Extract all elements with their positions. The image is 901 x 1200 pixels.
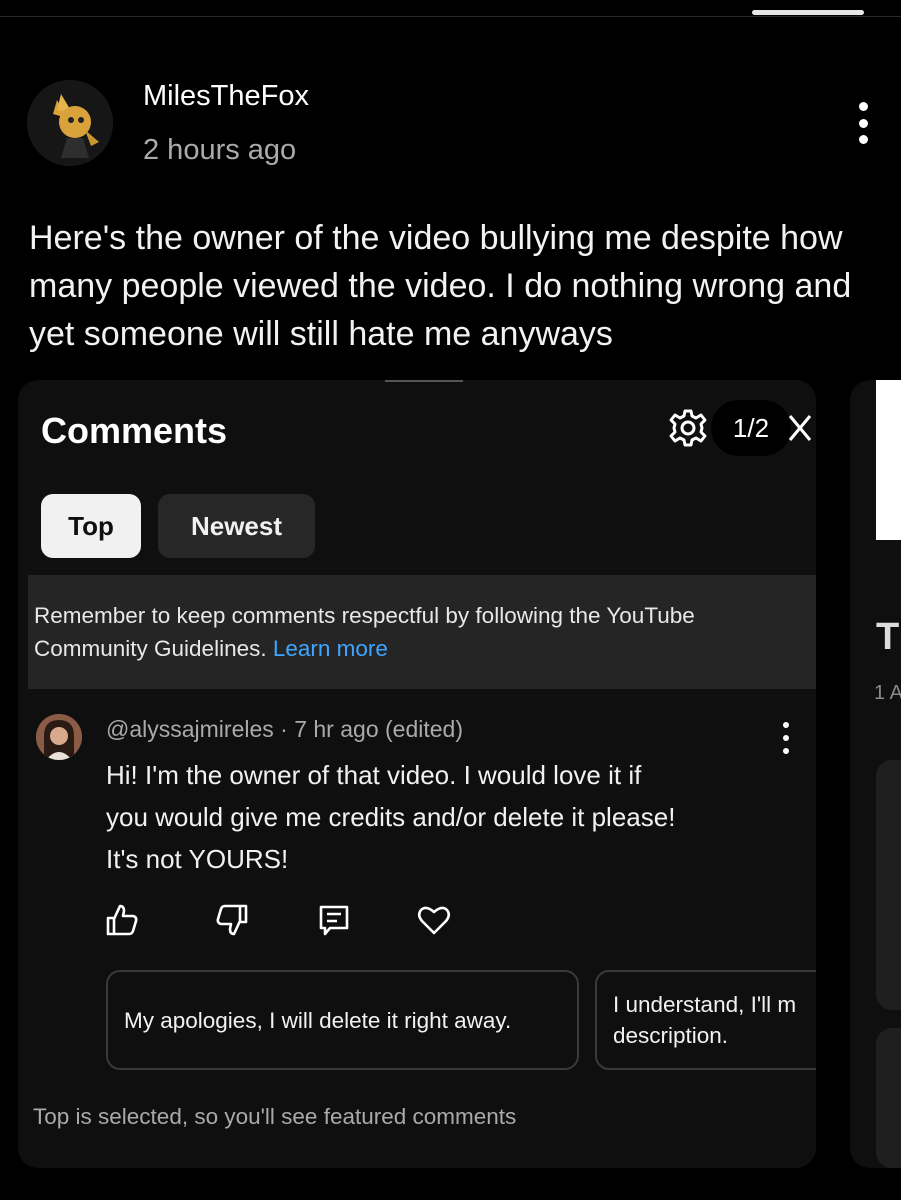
post-timestamp: 2 hours ago [143, 134, 297, 166]
comment-line: you would give me credits and/or delete … [106, 802, 676, 832]
gear-icon[interactable] [668, 408, 708, 448]
comment-text: Hi! I'm the owner of that video. I would… [106, 754, 796, 880]
filter-top-chip[interactable]: Top [41, 494, 141, 558]
comment-line: Hi! I'm the owner of that video. I would… [106, 760, 642, 790]
comment-meta: @alyssajmireles · 7 hr ago (edited) [106, 716, 463, 742]
image-pager: 1/2 [711, 400, 791, 456]
post-body: Here's the owner of the video bullying m… [29, 219, 852, 353]
thumbs-down-icon[interactable] [214, 902, 250, 938]
comment-line: It's not YOURS! [106, 844, 289, 874]
embedded-screenshot[interactable]: Comments 1/2 Top Newest Remember to keep… [18, 380, 816, 1168]
learn-more-link[interactable]: Learn more [273, 636, 388, 661]
person-avatar-icon [36, 714, 82, 760]
comment-more-icon[interactable] [776, 722, 796, 754]
reply-icon[interactable] [316, 902, 352, 938]
peek-panel [876, 760, 901, 1010]
drag-handle[interactable] [752, 10, 864, 15]
comments-title: Comments [41, 410, 228, 451]
suggested-reply-line: I understand, I'll m [613, 992, 797, 1017]
sheet-handle [385, 380, 463, 382]
author-name[interactable]: MilesTheFox [143, 80, 309, 113]
peek-panel [876, 1028, 901, 1168]
close-icon[interactable] [788, 412, 812, 444]
filter-status-note: Top is selected, so you'll see featured … [33, 1104, 517, 1129]
heart-icon[interactable] [416, 902, 452, 938]
suggested-reply[interactable]: I understand, I'll m description. [595, 970, 816, 1070]
peek-image [876, 380, 901, 540]
fox-avatar-icon [27, 80, 113, 166]
filter-newest-chip[interactable]: Newest [158, 494, 315, 558]
author-avatar[interactable] [27, 80, 113, 166]
next-screenshot-peek[interactable]: T 1 A [850, 380, 901, 1168]
suggested-reply-line: description. [613, 1023, 729, 1048]
peek-subtitle: 1 A [874, 682, 901, 704]
commenter-avatar[interactable] [36, 714, 82, 760]
thumbs-up-icon[interactable] [104, 902, 140, 938]
peek-title: T [876, 616, 900, 658]
suggested-reply[interactable]: My apologies, I will delete it right awa… [106, 970, 579, 1070]
status-bar-divider [0, 16, 901, 17]
more-vert-icon[interactable] [846, 100, 880, 146]
guidelines-notice: Remember to keep comments respectful by … [28, 575, 816, 689]
